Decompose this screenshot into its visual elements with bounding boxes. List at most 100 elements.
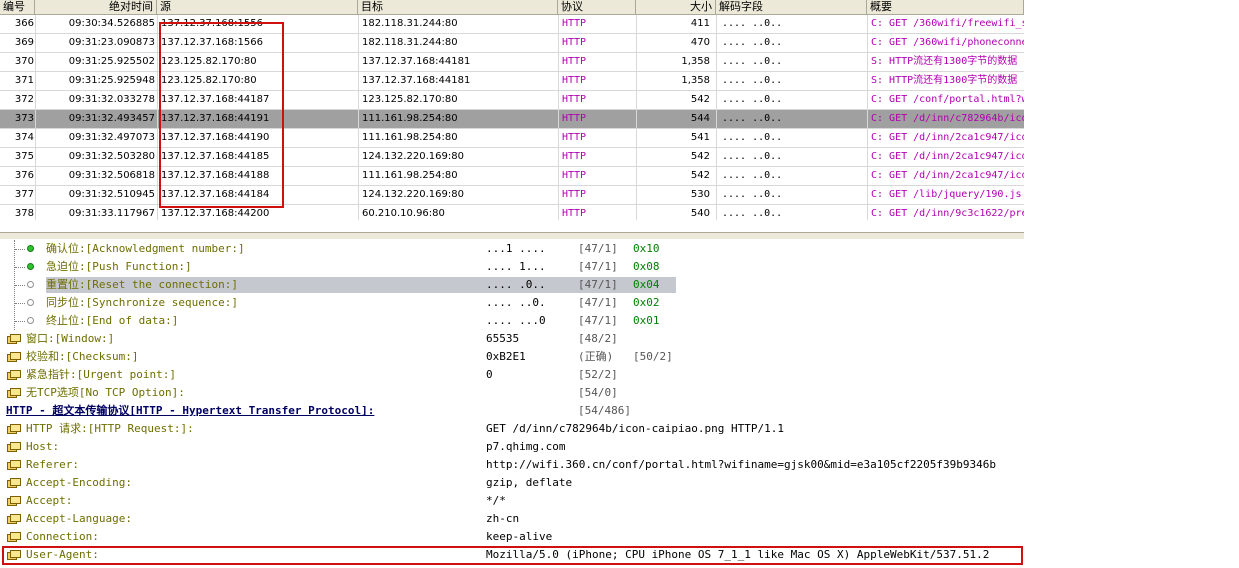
column-header-time[interactable]: 绝对时间	[35, 0, 157, 14]
packet-row[interactable]: 372 09:31:32.033278 137.12.37.168:44187 123…	[0, 91, 1024, 110]
detail-label: 无TCP选项[No TCP Option]:	[26, 386, 185, 399]
detail-row[interactable]: Accept: */*	[0, 492, 1239, 510]
packet-decode: .... ..0..	[722, 37, 783, 48]
packet-row[interactable]: 374 09:31:32.497073 137.12.37.168:44190 111…	[0, 129, 1024, 148]
detail-offset: [47/1]	[578, 314, 618, 327]
packet-source: 137.12.37.168:1556	[161, 18, 263, 29]
packet-number: 375	[14, 151, 34, 162]
packet-destination: 137.12.37.168:44181	[362, 56, 471, 67]
detail-row[interactable]: HTTP 请求:[HTTP Request:]: GET /d/inn/c7829…	[0, 420, 1239, 438]
packet-rows: 366 09:30:34.526885 137.12.37.168:1556 182.…	[0, 15, 1024, 220]
packet-source: 137.12.37.168:1566	[161, 37, 263, 48]
packet-source: 123.125.82.170:80	[161, 75, 257, 86]
packet-row[interactable]: 376 09:31:32.506818 137.12.37.168:44188 111…	[0, 167, 1024, 186]
detail-label: 终止位:[End of data:]	[46, 314, 179, 327]
packet-time: 09:31:23.090873	[68, 37, 155, 48]
detail-row[interactable]: Referer: http://wifi.360.cn/conf/portal.h…	[0, 456, 1239, 474]
packet-row[interactable]: 369 09:31:23.090873 137.12.37.168:1566 182.…	[0, 34, 1024, 53]
detail-label: Accept-Language:	[26, 512, 132, 525]
packet-size: 541	[690, 132, 710, 143]
packet-source: 137.12.37.168:44188	[161, 170, 270, 181]
detail-row[interactable]: Connection: keep-alive	[0, 528, 1239, 546]
packet-summary: C: GET /d/inn/9c3c1622/pre	[871, 208, 1024, 219]
list-bottom-space	[0, 220, 1024, 232]
field-folder-icon	[7, 459, 21, 470]
detail-label: 重置位:[Reset the connection:]	[46, 278, 238, 291]
column-header-no[interactable]: 编号	[0, 0, 35, 14]
detail-row[interactable]: 急迫位:[Push Function:] .... 1... [47/1] 0x08	[0, 258, 1239, 276]
detail-value: 0xB2E1	[486, 350, 526, 363]
detail-row[interactable]: 终止位:[End of data:] .... ...0 [47/1] 0x01	[0, 312, 1239, 330]
packet-number: 374	[14, 132, 34, 143]
detail-label: User-Agent:	[26, 548, 99, 561]
detail-row[interactable]: 紧急指针:[Urgent point:] 0 [52/2]	[0, 366, 1239, 384]
packet-decode: .... ..0..	[722, 151, 783, 162]
detail-offset: (正确)	[578, 350, 614, 363]
packet-protocol: HTTP	[562, 113, 587, 124]
detail-value: 0	[486, 368, 493, 381]
packet-row[interactable]: 377 09:31:32.510945 137.12.37.168:44184 124…	[0, 186, 1024, 205]
detail-row[interactable]: 重置位:[Reset the connection:] .... .0.. [47/…	[0, 276, 1239, 294]
packet-list-header: 编号 绝对时间 源 目标 协议 大小 解码字段 概要	[0, 0, 1024, 15]
pane-splitter[interactable]	[0, 232, 1024, 240]
detail-row[interactable]: Accept-Language: zh-cn	[0, 510, 1239, 528]
packet-protocol: HTTP	[562, 56, 587, 67]
detail-label: 确认位:[Acknowledgment number:]	[46, 242, 245, 255]
packet-source: 123.125.82.170:80	[161, 56, 257, 67]
packet-protocol: HTTP	[562, 189, 587, 200]
packet-row[interactable]: 373 09:31:32.493457 137.12.37.168:44191 111…	[0, 110, 1024, 129]
packet-summary: C: GET /d/inn/2ca1c947/ico	[871, 151, 1024, 162]
column-header-protocol[interactable]: 协议	[558, 0, 636, 14]
detail-hex: 0x01	[633, 314, 660, 327]
field-folder-icon	[7, 423, 21, 434]
packet-time: 09:31:25.925948	[68, 75, 155, 86]
packet-summary: C: GET /360wifi/freewifi_s	[871, 18, 1024, 29]
detail-row[interactable]: HTTP - 超文本传输协议[HTTP - Hypertext Transfer…	[0, 402, 1239, 420]
packet-number: 366	[14, 18, 34, 29]
field-folder-icon	[7, 549, 21, 560]
bit-set-icon	[27, 263, 34, 270]
bit-set-icon	[27, 245, 34, 252]
detail-row[interactable]: 无TCP选项[No TCP Option]: [54/0]	[0, 384, 1239, 402]
detail-offset: [47/1]	[578, 260, 618, 273]
packet-source: 137.12.37.168:44185	[161, 151, 270, 162]
field-folder-icon	[7, 369, 21, 380]
packet-destination: 137.12.37.168:44181	[362, 75, 471, 86]
detail-row[interactable]: Accept-Encoding: gzip, deflate	[0, 474, 1239, 492]
packet-protocol: HTTP	[562, 170, 587, 181]
packet-decode: .... ..0..	[722, 170, 783, 181]
detail-row[interactable]: Host: p7.qhimg.com	[0, 438, 1239, 456]
packet-row[interactable]: 378 09:31:33.117967 137.12.37.168:44200 60.…	[0, 205, 1024, 220]
detail-row[interactable]: 校验和:[Checksum:] 0xB2E1 (正确) [50/2]	[0, 348, 1239, 366]
packet-decode: .... ..0..	[722, 75, 783, 86]
packet-row[interactable]: 375 09:31:32.503280 137.12.37.168:44185 124…	[0, 148, 1024, 167]
detail-row[interactable]: 确认位:[Acknowledgment number:] ...1 .... [47…	[0, 240, 1239, 258]
detail-row[interactable]: User-Agent: Mozilla/5.0 (iPhone; CPU iPho…	[0, 546, 1239, 564]
packet-time: 09:31:25.925502	[68, 56, 155, 67]
packet-number: 377	[14, 189, 34, 200]
packet-size: 1,358	[681, 56, 710, 67]
detail-hex: 0x08	[633, 260, 660, 273]
field-folder-icon	[7, 477, 21, 488]
packet-protocol: HTTP	[562, 151, 587, 162]
packet-source: 137.12.37.168:44191	[161, 113, 270, 124]
packet-row[interactable]: 366 09:30:34.526885 137.12.37.168:1556 182.…	[0, 15, 1024, 34]
packet-row[interactable]: 371 09:31:25.925948 123.125.82.170:80 137.1…	[0, 72, 1024, 91]
packet-destination: 124.132.220.169:80	[362, 189, 464, 200]
column-header-decode[interactable]: 解码字段	[716, 0, 867, 14]
column-header-source[interactable]: 源	[157, 0, 358, 14]
packet-decode: .... ..0..	[722, 132, 783, 143]
detail-row[interactable]: 窗口:[Window:] 65535 [48/2]	[0, 330, 1239, 348]
packet-destination: 124.132.220.169:80	[362, 151, 464, 162]
column-header-destination[interactable]: 目标	[358, 0, 558, 14]
packet-time: 09:30:34.526885	[68, 18, 155, 29]
packet-protocol: HTTP	[562, 208, 587, 219]
detail-label: Accept:	[26, 494, 73, 507]
packet-decode: .... ..0..	[722, 113, 783, 124]
packet-protocol: HTTP	[562, 94, 587, 105]
column-header-summary[interactable]: 概要	[867, 0, 1024, 14]
detail-row[interactable]: 同步位:[Synchronize sequence:] .... ..0. [47/…	[0, 294, 1239, 312]
packet-row[interactable]: 370 09:31:25.925502 123.125.82.170:80 137.1…	[0, 53, 1024, 72]
column-header-size[interactable]: 大小	[636, 0, 716, 14]
packet-size: 540	[690, 208, 710, 219]
